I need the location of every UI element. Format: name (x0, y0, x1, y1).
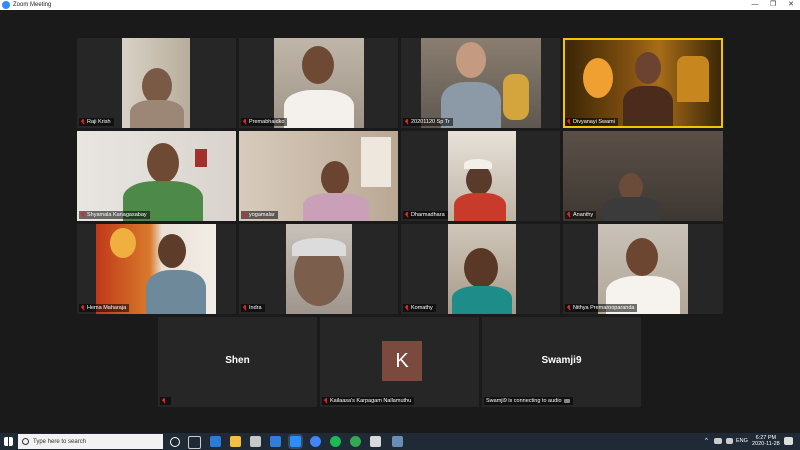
participant-tile[interactable]: Raji Krish (77, 38, 236, 128)
muted-mic-icon (567, 212, 571, 218)
chrome-profile-icon[interactable] (350, 436, 361, 447)
participant-name-tag: Ananthy (565, 211, 597, 219)
spotify-icon[interactable] (330, 436, 341, 447)
participant-video (239, 131, 398, 221)
search-placeholder: Type here to search (33, 438, 87, 445)
muted-mic-icon (243, 119, 247, 125)
muted-mic-icon (81, 212, 85, 218)
muted-mic-icon (405, 212, 409, 218)
participant-video (274, 38, 364, 128)
minimize-button[interactable]: — (746, 0, 764, 10)
clock-date: 2020-11-28 (752, 441, 780, 447)
zoom-taskbar-icon[interactable] (290, 436, 301, 447)
muted-mic-icon (324, 398, 328, 404)
participant-tile[interactable]: yogamalar (239, 131, 398, 221)
gallery-view: Raji Krish Premabhaidko 20201120 Sp Tr D… (0, 10, 800, 433)
participant-name-tag: Hema Maharaja (79, 304, 130, 312)
participant-tile[interactable]: Shyamala Kanagasabay (77, 131, 236, 221)
participant-tile[interactable]: K Kailaasa's Karpagam Nallamuthu (320, 317, 479, 407)
task-view-icon[interactable] (188, 436, 201, 449)
edge-icon[interactable] (210, 436, 221, 447)
participant-tile[interactable]: Indra (239, 224, 398, 314)
participant-name-tag: Premabhaidko (241, 118, 288, 126)
muted-mic-icon (567, 305, 571, 311)
notepad-icon[interactable] (370, 436, 381, 447)
participant-tile[interactable]: Komathy (401, 224, 560, 314)
participant-display-name: Swamji9 (541, 355, 582, 366)
muted-mic-icon (243, 212, 247, 218)
muted-mic-icon (243, 305, 247, 311)
participant-avatar: K (382, 341, 422, 381)
muted-mic-icon (405, 119, 409, 125)
participant-display-name: Shen (225, 355, 250, 366)
participant-name-tag: 20201120 Sp Tr (403, 118, 453, 126)
participant-video (448, 131, 516, 221)
chevron-up-icon[interactable]: ^ (705, 438, 708, 444)
participant-tile[interactable]: Swamji9 Swamji9 is connecting to audio (482, 317, 641, 407)
participant-video (122, 38, 190, 128)
close-button[interactable]: ✕ (782, 0, 800, 10)
muted-mic-icon (162, 398, 166, 404)
taskbar-search-box[interactable]: Type here to search (18, 434, 163, 449)
clock[interactable]: 6:27 PM 2020-11-28 (752, 435, 780, 447)
participant-tile-active-speaker[interactable]: Divyanayi Swami (563, 38, 723, 128)
muted-mic-icon (81, 119, 85, 125)
participant-video (598, 224, 688, 314)
participant-tile[interactable]: Premabhaidko (239, 38, 398, 128)
participant-name-tag: Komathy (403, 304, 436, 312)
participant-tile[interactable]: Nithya Premarooparanda (563, 224, 723, 314)
participant-video (77, 131, 236, 221)
muted-mic-icon (81, 305, 85, 311)
participant-name-tag: Raji Krish (79, 118, 114, 126)
mail-icon[interactable] (270, 436, 281, 447)
participant-video (448, 224, 516, 314)
window-titlebar: Zoom Meeting — ❐ ✕ (0, 0, 800, 10)
language-indicator[interactable]: ENG (736, 438, 748, 444)
muted-mic-icon (567, 119, 571, 125)
connecting-audio-icon (563, 399, 570, 403)
participant-name-tag: Dharmadhara (403, 211, 448, 219)
participant-tile[interactable]: 20201120 Sp Tr (401, 38, 560, 128)
muted-mic-icon (405, 305, 409, 311)
participant-tile[interactable]: Hema Maharaja (77, 224, 236, 314)
participant-video (421, 38, 541, 128)
chrome-icon[interactable] (310, 436, 321, 447)
participant-tile[interactable]: Dharmadhara (401, 131, 560, 221)
participant-name-tag: Indra (241, 304, 265, 312)
notifications-icon[interactable] (784, 437, 793, 445)
participant-video (286, 224, 352, 314)
store-icon[interactable] (250, 436, 261, 447)
settings-app-icon[interactable] (392, 436, 403, 447)
participant-name-tag: Nithya Premarooparanda (565, 304, 638, 312)
cortana-icon[interactable] (170, 437, 180, 447)
participant-video (565, 40, 721, 126)
zoom-logo-icon (2, 1, 10, 9)
participant-tile[interactable]: Shen (158, 317, 317, 407)
participant-name-tag (160, 397, 171, 405)
participant-video (563, 131, 723, 221)
file-explorer-icon[interactable] (230, 436, 241, 447)
volume-icon[interactable] (726, 438, 733, 444)
network-icon[interactable] (714, 438, 722, 444)
search-icon (22, 438, 29, 445)
maximize-button[interactable]: ❐ (764, 0, 782, 10)
participant-name-tag: yogamalar (241, 211, 278, 219)
participant-video (96, 224, 216, 314)
windows-taskbar: Type here to search ^ ENG 6:27 PM 2020-1… (0, 433, 800, 450)
participant-name-tag: Kailaasa's Karpagam Nallamuthu (322, 397, 415, 405)
windows-start-icon[interactable] (4, 437, 13, 446)
participant-name-tag: Swamji9 is connecting to audio (484, 397, 573, 405)
participant-tile[interactable]: Ananthy (563, 131, 723, 221)
participant-name-tag: Divyanayi Swami (565, 118, 618, 126)
participant-name-tag: Shyamala Kanagasabay (79, 211, 150, 219)
window-title: Zoom Meeting (13, 2, 52, 8)
